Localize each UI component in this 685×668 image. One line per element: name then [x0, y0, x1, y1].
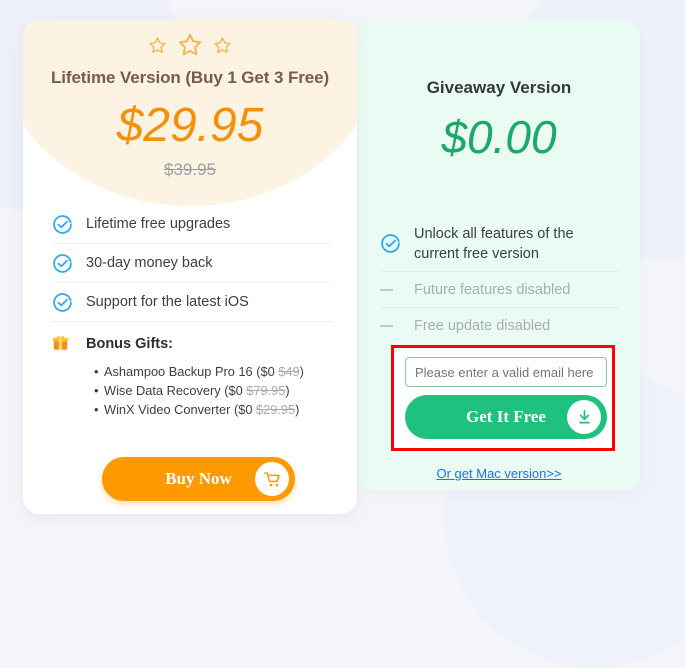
feature-row: 30-day money back — [52, 244, 332, 283]
feature-label: Support for the latest iOS — [86, 294, 249, 310]
giveaway-version-card: Giveaway Version $0.00 Unlock all featur… — [358, 20, 640, 490]
gift-free-price: ($0 — [256, 364, 275, 379]
download-icon — [567, 400, 601, 434]
list-item: WinX Video Converter ($0 $29.95) — [52, 400, 332, 419]
buy-now-label: Buy Now — [165, 469, 232, 488]
feature-label: Free update disabled — [414, 318, 551, 334]
lifetime-version-card: Lifetime Version (Buy 1 Get 3 Free) $29.… — [23, 20, 357, 514]
mac-version-link[interactable]: Or get Mac version>> — [358, 466, 640, 481]
giveaway-plan-title: Giveaway Version — [426, 78, 572, 97]
feature-row: Lifetime free upgrades — [52, 205, 332, 244]
gift-name: WinX Video Converter — [104, 402, 231, 417]
gift-icon — [52, 334, 86, 355]
dash-icon — [380, 288, 414, 291]
dash-icon — [380, 325, 414, 327]
feature-row: Support for the latest iOS — [52, 283, 332, 322]
giveaway-price: $0.00 — [441, 111, 557, 163]
bonus-gifts-header: Bonus Gifts: — [52, 322, 332, 360]
circle-check-icon — [52, 253, 86, 274]
lifetime-price: $29.95 — [116, 99, 264, 152]
gift-close-paren: ) — [295, 402, 300, 417]
star-outline-icon — [178, 33, 202, 56]
list-item: Ashampoo Backup Pro 16 ($0 $49) — [52, 362, 332, 381]
circle-check-icon — [52, 292, 86, 313]
feature-label: 30-day money back — [86, 255, 213, 271]
feature-label: Future features disabled — [414, 281, 571, 298]
gift-name: Wise Data Recovery — [104, 383, 221, 398]
feature-row-disabled: Future features disabled — [380, 272, 620, 308]
bonus-gift-list: Ashampoo Backup Pro 16 ($0 $49) Wise Dat… — [52, 362, 332, 419]
get-it-free-label: Get It Free — [466, 407, 546, 426]
circle-check-icon — [380, 233, 414, 254]
cta-highlight-box: Get It Free — [391, 345, 615, 451]
circle-check-icon — [52, 214, 86, 235]
star-outline-icon — [148, 36, 166, 53]
gift-name: Ashampoo Backup Pro 16 — [104, 364, 253, 379]
rating-stars — [23, 32, 357, 58]
get-it-free-button[interactable]: Get It Free — [405, 395, 607, 439]
feature-row: Unlock all features of the current free … — [380, 216, 620, 272]
gift-original-price: $49 — [278, 364, 300, 379]
gift-original-price: $79.95 — [246, 383, 286, 398]
gift-close-paren: ) — [299, 364, 304, 379]
email-input[interactable] — [405, 357, 607, 387]
gift-free-price: ($0 — [224, 383, 243, 398]
star-outline-icon — [214, 36, 232, 53]
lifetime-plan-title: Lifetime Version (Buy 1 Get 3 Free) — [50, 68, 330, 87]
buy-now-button[interactable]: Buy Now — [102, 457, 295, 501]
feature-label: Unlock all features of the current free … — [414, 225, 574, 262]
gift-close-paren: ) — [285, 383, 290, 398]
lifetime-original-price: $39.95 — [164, 160, 216, 179]
bonus-gifts-title: Bonus Gifts: — [86, 336, 173, 352]
gift-free-price: ($0 — [233, 402, 253, 417]
giveaway-feature-list: Unlock all features of the current free … — [380, 216, 620, 344]
list-item: Wise Data Recovery ($0 $79.95) — [52, 381, 332, 400]
lifetime-feature-list: Lifetime free upgrades 30-day money back… — [52, 205, 332, 419]
feature-row-disabled: Free update disabled — [380, 308, 620, 344]
shopping-cart-icon — [255, 462, 289, 496]
gift-original-price: $29.95 — [256, 402, 296, 417]
feature-label: Lifetime free upgrades — [86, 216, 231, 232]
